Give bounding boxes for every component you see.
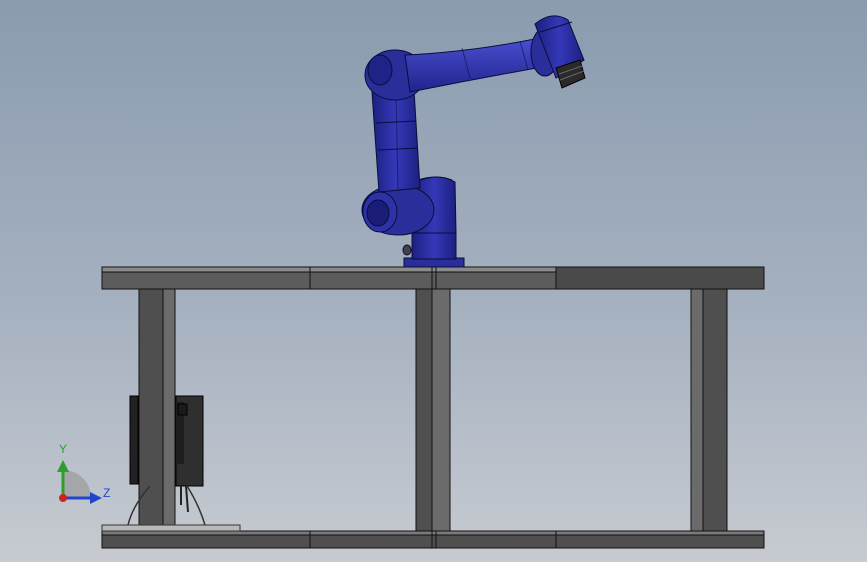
table-leg-middle xyxy=(415,288,433,532)
triad-y-label: Y xyxy=(59,442,68,456)
3d-viewport[interactable]: Y Z xyxy=(0,0,867,562)
z-axis-arrow-icon xyxy=(90,492,102,504)
table-leg-right xyxy=(690,288,704,532)
y-axis-arrow-icon xyxy=(57,460,69,472)
scene xyxy=(57,15,765,549)
robot-shoulder-joint xyxy=(361,184,435,236)
coordinate-triad xyxy=(57,460,102,504)
robot-base xyxy=(402,231,465,268)
robot-arm[interactable] xyxy=(361,15,586,268)
triad-z-label: Z xyxy=(103,486,111,500)
